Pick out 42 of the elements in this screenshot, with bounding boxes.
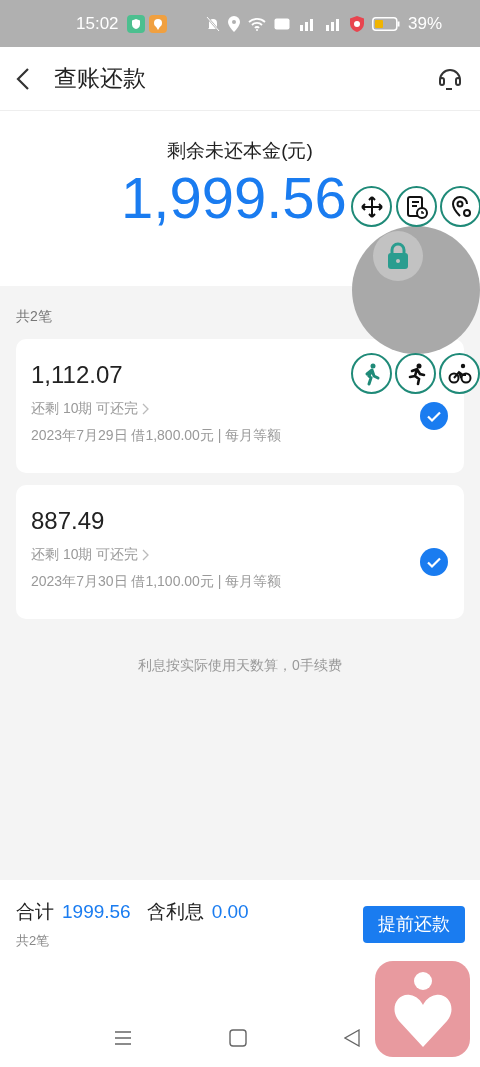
page-title: 查账还款	[54, 64, 146, 93]
mute-bell-icon	[205, 15, 220, 32]
installments-remaining: 还剩 10期 可还完	[31, 399, 139, 419]
location-app-icon	[148, 14, 167, 33]
hd-icon	[273, 17, 290, 30]
signal-icon	[297, 16, 316, 31]
total-amount: 1999.56	[62, 900, 131, 924]
interest-amount: 0.00	[211, 900, 249, 924]
back-triangle-icon[interactable]	[344, 1029, 360, 1047]
move-arrows-icon	[359, 194, 384, 219]
total-label: 合计	[16, 900, 54, 924]
heart-figure-icon	[392, 971, 453, 1047]
loan-amount: 887.49	[31, 506, 105, 536]
clock-time: 15:02	[76, 12, 119, 35]
battery-icon	[371, 16, 400, 31]
menu-icon[interactable]	[114, 1030, 132, 1046]
summary-label: 剩余未还本金(元)	[166, 139, 314, 163]
chevron-right-icon	[142, 548, 151, 561]
footer-count: 共2笔	[16, 931, 51, 950]
bicycle-icon	[447, 361, 472, 386]
wifi-icon	[247, 16, 266, 31]
interest-label: 含利息	[146, 900, 204, 924]
home-icon[interactable]	[229, 1029, 247, 1047]
signal-icon	[323, 16, 342, 31]
loan-amount: 1,112.07	[31, 360, 123, 390]
loan-details: 2023年7月30日 借1,100.00元 | 每月等额	[31, 572, 283, 592]
interest-note: 利息按实际使用天数算，0手续费	[137, 656, 343, 675]
checkbox[interactable]	[420, 402, 448, 430]
loan-count: 共2笔	[15, 307, 53, 326]
loan-details: 2023年7月29日 借1,800.00元 | 每月等额	[31, 426, 283, 446]
lock-icon	[386, 242, 410, 270]
battery-percent: 39%	[407, 12, 442, 35]
location-pin-icon	[227, 15, 240, 32]
checkbox[interactable]	[420, 548, 448, 576]
chevron-right-icon	[142, 402, 151, 415]
prepay-button[interactable]: 提前还款	[363, 906, 465, 943]
back-icon[interactable]	[16, 66, 30, 91]
document-clock-icon	[404, 194, 429, 219]
principal-amount: 1,999.56	[121, 165, 347, 230]
shield-app-icon	[126, 14, 145, 33]
installments-remaining: 还剩 10期 可还完	[31, 545, 139, 565]
security-shield-icon	[349, 15, 364, 32]
